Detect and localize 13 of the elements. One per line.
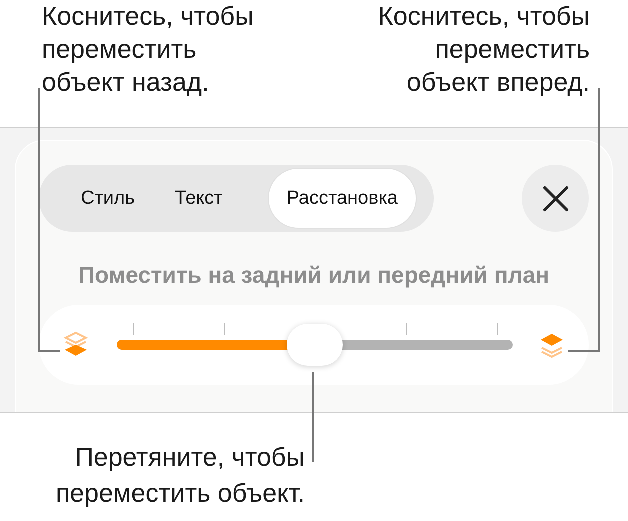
send-backward-button[interactable] [63,331,89,359]
close-icon [542,186,568,212]
layers-icon [539,331,565,359]
slider-thumb[interactable] [287,324,343,366]
callout-text: Коснитесь, чтобы переместить объект вперед. [378,0,590,99]
layers-icon [63,331,89,359]
tab[interactable]: Расстановка [268,169,416,228]
callout-text: Перетяните, чтобы переместить объект. [54,441,306,510]
tab[interactable]: Текст [157,169,241,228]
callout-text: Коснитесь, чтобы переместить объект назад. [42,0,254,99]
bring-forward-button[interactable] [539,331,565,359]
section-title: Поместить на задний или передний план [77,262,551,289]
tab[interactable]: Стиль [63,169,154,228]
